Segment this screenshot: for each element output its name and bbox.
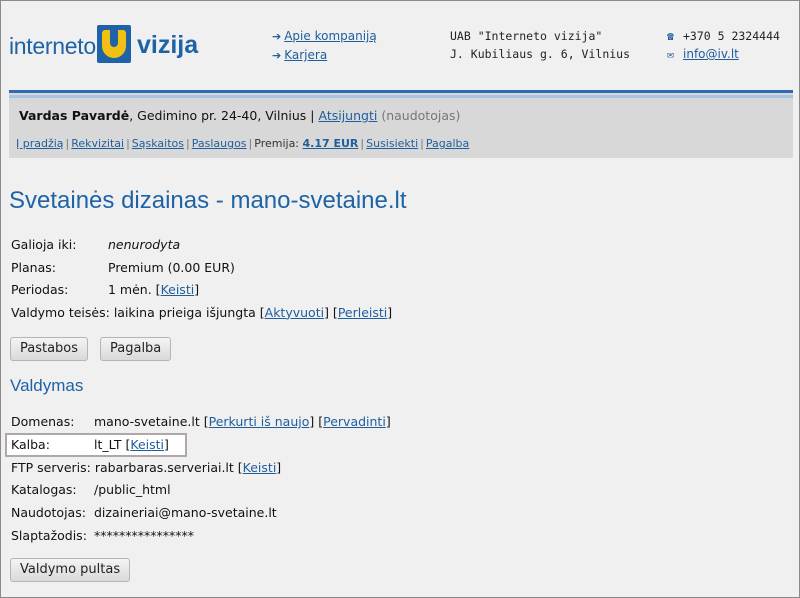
company-name: UAB "Interneto vizija" — [450, 29, 603, 43]
bonus-value-link[interactable]: 4.17 EUR — [303, 137, 359, 150]
mgmt-row-directory: Katalogas: /public_html — [11, 479, 391, 502]
nav-contact[interactable]: Susisiekti — [366, 137, 418, 150]
period-label: Periodas: — [11, 282, 69, 297]
activate-link[interactable]: Aktyvuoti — [265, 305, 324, 320]
ftp-change-link[interactable]: Keisti — [243, 460, 277, 475]
plan-value: Premium (0.00 EUR) — [108, 259, 235, 275]
password-value: **************** — [94, 527, 194, 543]
control-panel-button[interactable]: Valdymo pultas — [10, 558, 131, 582]
password-label: Slaptažodis: — [11, 527, 87, 543]
nav-details[interactable]: Rekvizitai — [71, 137, 124, 150]
site-header: interneto vizija ➔ Apie kompaniją ➔ Karjer… — [1, 1, 799, 87]
mgmt-row-ftp: FTP serveris: rabarbaras.serveriai.lt [K… — [11, 459, 282, 475]
directory-label: Katalogas: — [11, 482, 77, 498]
mgmt-row-user: Naudotojas: dizaineriai@mano-svetaine.lt — [11, 502, 391, 525]
service-info: Galioja iki: nenurodyta Planas: Premium (0… — [11, 234, 392, 324]
mail-icon: ✉ — [667, 47, 674, 61]
arrow-right-icon: ➔ — [272, 30, 282, 43]
mgmt-row-password: Slaptažodis: **************** — [11, 525, 391, 548]
language-change-link[interactable]: Keisti — [130, 437, 164, 452]
info-row-plan: Planas: Premium (0.00 EUR) — [11, 257, 392, 280]
ftp-label: FTP serveris: — [11, 459, 91, 475]
user-line: Vardas Pavardė, Gedimino pr. 24-40, Viln… — [19, 108, 460, 123]
language-label: Kalba: — [11, 436, 50, 452]
plan-label: Planas: — [11, 259, 56, 275]
logo-mark-icon — [97, 25, 131, 63]
valid-value: nenurodyta — [108, 237, 181, 252]
rights-value: laikina prieiga išjungta — [113, 304, 256, 320]
header-links: ➔ Apie kompaniją ➔ Karjera — [272, 27, 377, 65]
period-change-link[interactable]: Keisti — [161, 282, 195, 297]
period-value: 1 mėn. — [108, 282, 152, 297]
user-address: , Gedimino pr. 24-40, Vilnius | — [129, 108, 319, 123]
recreate-link[interactable]: Perkurti iš naujo — [209, 414, 310, 429]
user-role: (naudotojas) — [381, 108, 461, 123]
transfer-link[interactable]: Perleisti — [338, 305, 387, 320]
bonus-label: Premija: — [254, 137, 303, 150]
company-address: J. Kubiliaus g. 6, Vilnius — [450, 47, 631, 61]
user-label: Naudotojas: — [11, 505, 86, 521]
user-value: dizaineriai@mano-svetaine.lt — [94, 505, 277, 521]
phone-icon: ☎ — [667, 29, 674, 43]
divider — [9, 90, 793, 93]
notes-button[interactable]: Pastabos — [10, 337, 89, 361]
about-company-link[interactable]: Apie kompaniją — [284, 29, 377, 43]
phone-number: +370 5 2324444 — [683, 29, 780, 43]
contact-info: ☎ +370 5 2324444 ✉ info@iv.lt — [667, 27, 780, 63]
user-name: Vardas Pavardė — [19, 108, 130, 123]
career-link[interactable]: Karjera — [284, 48, 327, 62]
page-title: Svetainės dizainas - mano-svetaine.lt — [9, 187, 407, 214]
logo-text-interneto: interneto — [9, 33, 96, 59]
mgmt-row-language: Kalba: lt_LT [Keisti] — [11, 434, 391, 457]
section-title: Valdymas — [10, 376, 84, 395]
directory-value: /public_html — [94, 482, 171, 498]
rename-link[interactable]: Pervadinti — [323, 414, 386, 429]
domain-value: mano-svetaine.lt — [94, 414, 200, 429]
user-bar: Vardas Pavardė, Gedimino pr. 24-40, Viln… — [9, 90, 793, 158]
domain-label: Domenas: — [11, 414, 75, 429]
valid-label: Galioja iki: — [11, 237, 77, 252]
account-nav: Į pradžią | Rekvizitai | Sąskaitos | Paslaugos… — [16, 137, 470, 150]
nav-help[interactable]: Pagalba — [426, 137, 469, 150]
help-button[interactable]: Pagalba — [100, 337, 172, 361]
rights-label: Valdymo teisės: — [11, 304, 110, 320]
info-row-rights: Valdymo teisės: laikina prieiga išjungta… — [11, 304, 393, 320]
company-info: UAB "Interneto vizija" J. Kubiliaus g. 6… — [450, 27, 630, 63]
info-row-period: Periodas: 1 mėn. [Keisti] — [11, 279, 392, 302]
nav-home[interactable]: Į pradžią — [16, 137, 64, 150]
divider — [9, 95, 793, 98]
mgmt-row-domain: Domenas: mano-svetaine.lt [Perkurti iš na… — [11, 411, 391, 434]
arrow-right-icon: ➔ — [272, 49, 282, 62]
logout-link[interactable]: Atsijungti — [318, 108, 377, 123]
language-value: lt_LT — [94, 436, 122, 452]
nav-invoices[interactable]: Sąskaitos — [132, 137, 184, 150]
ftp-value: rabarbaras.serveriai.lt — [94, 459, 234, 475]
info-row-valid: Galioja iki: nenurodyta — [11, 234, 392, 257]
management-info: Domenas: mano-svetaine.lt [Perkurti iš na… — [11, 411, 391, 548]
nav-services[interactable]: Paslaugos — [192, 137, 247, 150]
logo-text-vizija: vizija — [137, 31, 199, 59]
email-link[interactable]: info@iv.lt — [683, 47, 739, 61]
